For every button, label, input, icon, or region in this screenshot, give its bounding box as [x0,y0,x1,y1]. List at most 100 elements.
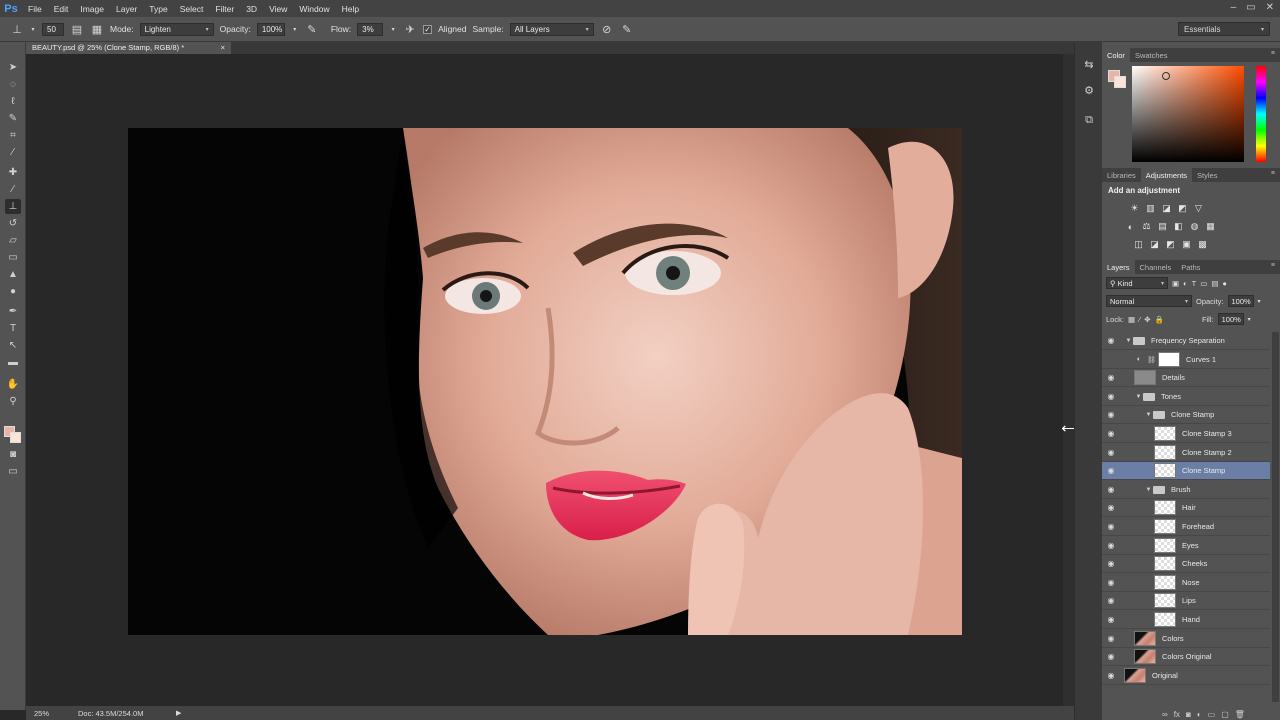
layer-name[interactable]: Hair [1182,503,1196,512]
layer-filter-select[interactable]: ⚲ Kind ▾ [1106,277,1168,289]
selective-color-icon[interactable]: ▣ [1180,238,1193,251]
hue-slider[interactable] [1256,66,1266,162]
lock-transparent-icon[interactable]: ▦ [1128,315,1135,324]
marquee-tool-icon[interactable]: ◌ [5,77,21,92]
color-lookup-icon[interactable]: ▦ [1204,220,1217,233]
tab-layers[interactable]: Layers [1102,260,1135,274]
layer-name[interactable]: Forehead [1182,522,1214,531]
layer-row[interactable]: ◉ Details [1102,369,1270,387]
shape-tool-icon[interactable]: ▬ [5,355,21,370]
quick-select-tool-icon[interactable]: ✎ [5,111,21,126]
tab-channels[interactable]: Channels [1135,260,1177,274]
layer-row[interactable]: ◉ Eyes [1102,537,1270,555]
visibility-eye-icon[interactable]: ◉ [1102,466,1120,475]
menu-filter[interactable]: Filter [209,4,240,14]
layer-row[interactable]: ◉ Lips [1102,592,1270,610]
layer-thumbnail[interactable] [1154,463,1176,478]
visibility-eye-icon[interactable]: ◉ [1102,355,1120,364]
layer-name[interactable]: Original [1152,671,1178,680]
layer-mask-thumbnail[interactable] [1158,352,1180,367]
layer-thumbnail[interactable] [1154,556,1176,571]
visibility-eye-icon[interactable]: ◉ [1102,336,1120,345]
flow-field[interactable]: 3% [357,22,384,36]
visibility-eye-icon[interactable]: ◉ [1102,596,1120,605]
layer-row[interactable]: ◉ Cheeks [1102,555,1270,573]
layer-row[interactable]: ◉ Hand [1102,611,1270,629]
layer-row[interactable]: ◉ ▼ Brush [1102,481,1270,499]
lasso-tool-icon[interactable]: ℓ [5,94,21,109]
visibility-eye-icon[interactable]: ◉ [1102,652,1120,661]
sample-select[interactable]: All Layers ▾ [509,22,594,36]
brush-panel-icon[interactable]: ▤ [70,22,84,36]
color-balance-icon[interactable]: ⚖ [1140,220,1153,233]
menu-type[interactable]: Type [143,4,173,14]
add-mask-icon[interactable]: ◙ [1186,710,1191,719]
layer-row[interactable]: ◉ ◐ ⛓ Curves 1 [1102,351,1270,369]
layer-thumbnail[interactable] [1134,631,1156,646]
maximize-button[interactable]: ▭ [1246,2,1255,13]
lock-all-icon[interactable]: 🔒 [1155,315,1164,324]
dropdown-caret-icon[interactable]: ▾ [30,22,36,36]
layer-name[interactable]: Clone Stamp [1182,466,1225,475]
visibility-eye-icon[interactable]: ◉ [1102,671,1120,680]
menu-image[interactable]: Image [74,4,110,14]
document-tab-close[interactable]: × [221,43,225,53]
aligned-checkbox[interactable]: ✓ [423,24,433,34]
gradient-tool-icon[interactable]: ▭ [5,250,21,265]
brightness-contrast-icon[interactable]: ☀ [1128,202,1141,215]
layer-name[interactable]: Brush [1171,485,1191,494]
levels-icon[interactable]: ▥ [1144,202,1157,215]
visibility-eye-icon[interactable]: ◉ [1102,410,1120,419]
layer-name[interactable]: Curves 1 [1186,355,1216,364]
photo-filter-icon[interactable]: ◧ [1172,220,1185,233]
layers-scrollbar[interactable] [1272,332,1279,702]
clone-stamp-tool-icon[interactable]: ⊥ [5,199,21,214]
visibility-eye-icon[interactable]: ◉ [1102,615,1120,624]
ignore-adjustment-layers-icon[interactable]: ⊘ [600,22,614,36]
pressure-size-icon[interactable]: ✎ [620,22,634,36]
layer-row[interactable]: ◉ Colors [1102,630,1270,648]
layer-thumbnail[interactable] [1154,575,1176,590]
mode-select[interactable]: Lighten ▾ [139,22,214,36]
layer-row[interactable]: ◉ Clone Stamp [1102,462,1270,480]
visibility-eye-icon[interactable]: ◉ [1102,429,1120,438]
filter-type-icon[interactable]: T [1192,279,1197,288]
layer-row[interactable]: ◉ Original [1102,667,1270,685]
history-panel-icon[interactable]: ⇆ [1081,56,1097,72]
color-picker-ring[interactable] [1162,72,1170,80]
layer-row[interactable]: ◉ Colors Original [1102,648,1270,666]
layer-thumbnail[interactable] [1154,445,1176,460]
new-group-icon[interactable]: ▭ [1208,710,1216,719]
menu-window[interactable]: Window [293,4,335,14]
layer-fill-field[interactable]: 100% [1217,313,1244,325]
expand-triangle-icon[interactable]: ▼ [1144,487,1153,493]
layer-row[interactable]: ◉ Clone Stamp 2 [1102,444,1270,462]
layer-row[interactable]: ◉ Clone Stamp 3 [1102,425,1270,443]
vibrance-icon[interactable]: ▽ [1192,202,1205,215]
menu-help[interactable]: Help [336,4,365,14]
layer-name[interactable]: Tones [1161,392,1181,401]
expand-triangle-icon[interactable]: ▼ [1124,338,1133,344]
background-color-swatch[interactable] [10,432,21,443]
document-tab[interactable]: BEAUTY.psd @ 25% (Clone Stamp, RGB/8) * … [26,42,231,54]
layer-thumbnail[interactable] [1154,500,1176,515]
layer-name[interactable]: Cheeks [1182,559,1207,568]
visibility-eye-icon[interactable]: ◉ [1102,541,1120,550]
layer-row[interactable]: ◉ ▼ Tones [1102,388,1270,406]
zoom-level[interactable]: 25% [26,709,62,718]
filter-toggle-icon[interactable]: ● [1222,279,1227,288]
channel-mixer-icon[interactable]: ◍ [1188,220,1201,233]
threshold-icon[interactable]: ◩ [1164,238,1177,251]
brush-size-field[interactable]: 50 [42,22,64,36]
layer-row[interactable]: ◉ ▼ Frequency Separation [1102,332,1270,350]
layer-name[interactable]: Lips [1182,596,1196,605]
opacity-slider-caret-icon[interactable]: ▾ [291,22,299,36]
flow-slider-caret-icon[interactable]: ▾ [389,22,397,36]
layer-thumbnail[interactable] [1134,649,1156,664]
visibility-eye-icon[interactable]: ◉ [1102,559,1120,568]
clone-source-panel-icon[interactable]: ⧉ [1081,112,1097,128]
black-white-icon[interactable]: ▤ [1156,220,1169,233]
tab-color[interactable]: Color [1102,48,1130,62]
blur-tool-icon[interactable]: ▲ [5,267,21,282]
posterize-icon[interactable]: ◪ [1148,238,1161,251]
